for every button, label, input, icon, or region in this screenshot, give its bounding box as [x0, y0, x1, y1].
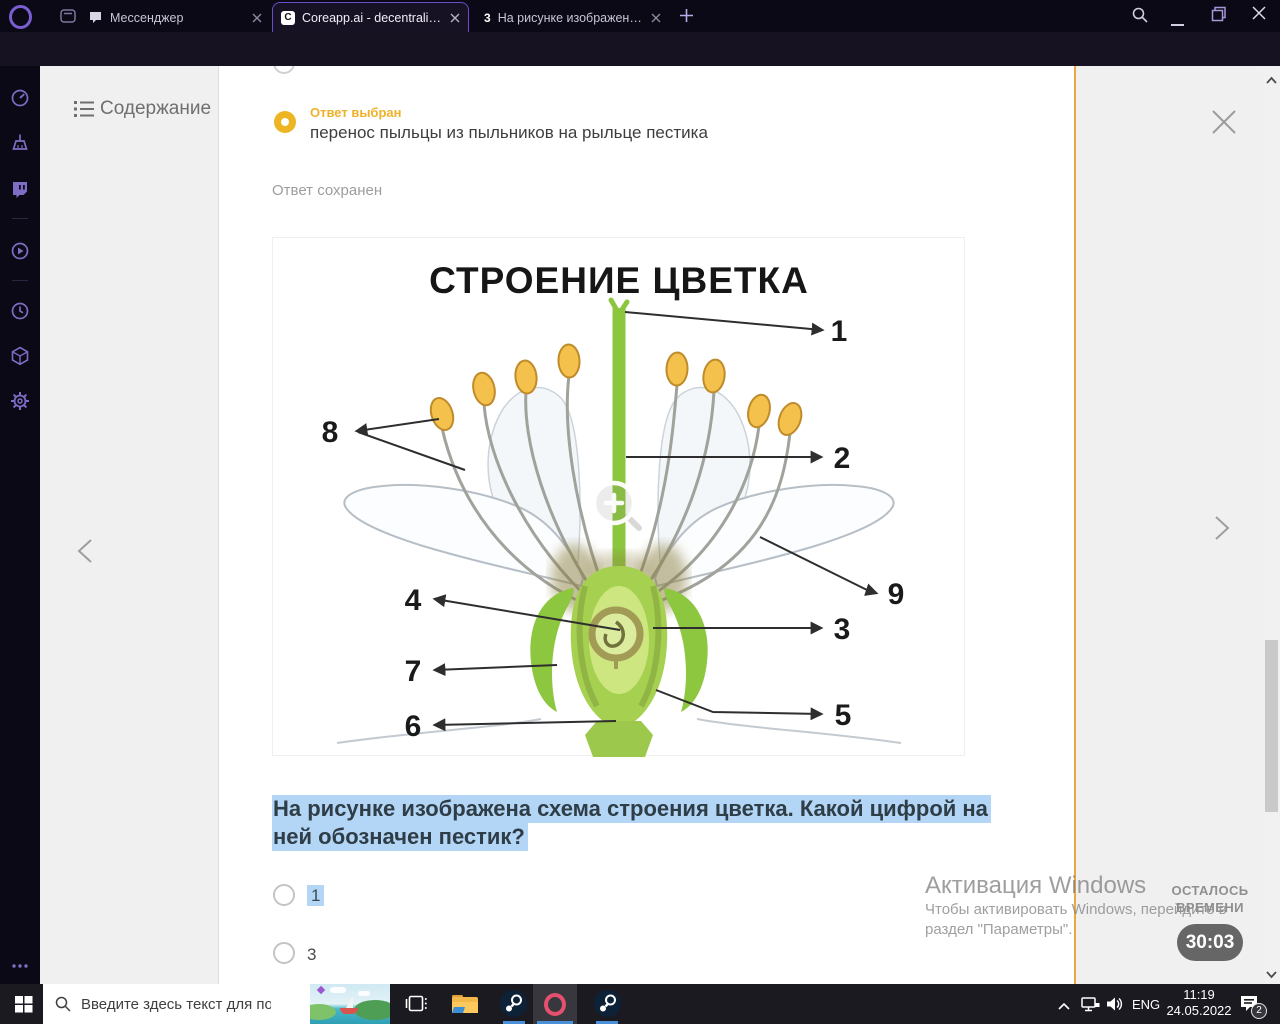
option-radio-1[interactable] — [273, 884, 295, 906]
tab-close-icon[interactable] — [252, 13, 262, 23]
language-indicator[interactable]: ENG — [1132, 997, 1160, 1012]
tab-title: Мессенджер — [110, 11, 245, 25]
taskbar-clock[interactable]: 11:19 24.05.2022 — [1158, 987, 1240, 1019]
answer-saved-label: Ответ сохранен — [272, 182, 382, 199]
windows-taskbar: ENG 11:19 24.05.2022 2 — [0, 984, 1280, 1024]
option-label-1[interactable]: 1 — [307, 886, 324, 906]
search-illustration — [310, 984, 390, 1024]
screen: Мессенджер C Coreapp.ai - decentralized … — [0, 0, 1280, 1024]
speed-dial-icon[interactable] — [10, 88, 30, 113]
svg-text:2: 2 — [834, 442, 851, 475]
file-explorer-button[interactable] — [452, 994, 478, 1019]
sepal — [530, 588, 573, 712]
sidebar-more-icon[interactable] — [11, 956, 29, 974]
flower-diagram-svg: СТРОЕНИЕ ЦВЕТКА — [273, 238, 966, 757]
browser-sidebar — [0, 66, 40, 984]
flower-diagram-figure[interactable]: СТРОЕНИЕ ЦВЕТКА — [272, 237, 965, 756]
sidebar-divider — [12, 218, 28, 219]
svg-text:9: 9 — [888, 578, 905, 611]
svg-text:5: 5 — [835, 699, 852, 732]
question-text: На рисунке изображена схема строения цве… — [272, 795, 1032, 851]
svg-text:6: 6 — [405, 710, 422, 743]
tab-coreapp-active[interactable]: C Coreapp.ai - decentralized — [272, 2, 469, 32]
history-clock-icon[interactable] — [10, 301, 30, 326]
lesson-card: Ответ выбран перенос пыльцы из пыльников… — [219, 66, 1076, 984]
timer-label: ОСТАЛОСЬ ВРЕМЕНИ — [1165, 882, 1255, 916]
selected-answer-text[interactable]: перенос пыльцы из пыльников на рыльце пе… — [310, 123, 708, 143]
steam-icon-2[interactable] — [594, 990, 621, 1017]
tab-title: Coreapp.ai - decentralized — [302, 11, 443, 25]
close-window-icon[interactable] — [1252, 6, 1266, 25]
tab-messenger[interactable]: Мессенджер — [80, 3, 270, 32]
minimize-icon[interactable] — [1171, 14, 1185, 32]
volume-icon[interactable] — [1106, 996, 1123, 1017]
answer-status-label: Ответ выбран — [310, 105, 401, 120]
opera-gx-logo-icon[interactable] — [9, 5, 32, 29]
search-input[interactable] — [81, 996, 271, 1013]
notification-badge[interactable]: 2 — [1251, 1003, 1267, 1019]
network-icon[interactable] — [1081, 997, 1100, 1017]
tab-question[interactable]: 3 На рисунке изображена с — [476, 3, 669, 32]
start-button[interactable] — [15, 996, 33, 1018]
address-bar: coreapp.ai/app/player/lesson/5ec295a36bd… — [0, 32, 1280, 66]
video-popout-icon[interactable] — [10, 241, 30, 266]
settings-gear-icon[interactable] — [10, 391, 30, 416]
svg-text:7: 7 — [405, 655, 422, 688]
tab-title: На рисунке изображена с — [498, 11, 644, 25]
task-view-button[interactable] — [405, 994, 427, 1019]
ovule — [592, 610, 640, 658]
sidebar-divider — [12, 280, 28, 281]
scroll-up-icon[interactable] — [1266, 71, 1277, 89]
restore-window-icon[interactable] — [1211, 6, 1227, 27]
scroll-down-icon[interactable] — [1266, 966, 1277, 984]
receptacle — [585, 721, 653, 757]
contents-toggle[interactable]: Содержание — [100, 98, 211, 120]
coreapp-favicon: C — [281, 11, 295, 25]
clock-time: 11:19 — [1158, 987, 1240, 1003]
radio-selected-icon[interactable] — [274, 111, 296, 133]
tab-favicon: 3 — [484, 11, 491, 25]
chat-bubble-icon — [88, 10, 103, 25]
close-lesson-icon[interactable] — [1210, 108, 1238, 141]
next-slide-icon[interactable] — [1212, 515, 1232, 546]
svg-text:3: 3 — [834, 613, 851, 646]
zoom-magnifier-icon[interactable] — [594, 483, 639, 528]
radio-partial[interactable] — [273, 66, 295, 74]
svg-text:4: 4 — [405, 584, 422, 617]
tray-chevron-up-icon[interactable] — [1057, 998, 1071, 1016]
browser-search-icon[interactable] — [1131, 6, 1149, 29]
page-scrollbar[interactable] — [1263, 66, 1280, 984]
contents-list-icon[interactable] — [74, 99, 94, 124]
island-hill — [354, 1000, 390, 1020]
scrollbar-thumb[interactable] — [1265, 640, 1278, 812]
opera-gx-taskbar-icon[interactable] — [544, 993, 566, 1016]
tab-close-icon[interactable] — [450, 13, 460, 23]
workspace-icon[interactable] — [60, 9, 76, 28]
diagram-title: СТРОЕНИЕ ЦВЕТКА — [429, 260, 809, 301]
tab-close-icon[interactable] — [651, 13, 661, 23]
steam-icon-1[interactable] — [500, 990, 527, 1017]
timer-value: 30:03 — [1177, 924, 1243, 961]
option-radio-3[interactable] — [273, 942, 295, 964]
twitch-icon[interactable] — [10, 180, 30, 205]
kite-shape — [317, 986, 325, 994]
search-icon — [55, 996, 71, 1012]
browser-tab-bar: Мессенджер C Coreapp.ai - decentralized … — [0, 0, 1280, 32]
page-viewport: Содержание Ответ выбран перенос пыльцы и… — [40, 66, 1280, 984]
taskbar-search[interactable] — [43, 984, 390, 1024]
option-label-3[interactable]: 3 — [307, 945, 316, 965]
svg-text:8: 8 — [322, 416, 339, 449]
clock-date: 24.05.2022 — [1158, 1003, 1240, 1019]
gx-mods-cube-icon[interactable] — [10, 346, 30, 371]
boat-sail — [346, 996, 353, 1008]
cleaner-brush-icon[interactable] — [10, 133, 30, 158]
svg-text:1: 1 — [831, 315, 848, 348]
new-tab-button[interactable] — [679, 8, 694, 28]
prev-slide-icon[interactable] — [75, 538, 95, 569]
